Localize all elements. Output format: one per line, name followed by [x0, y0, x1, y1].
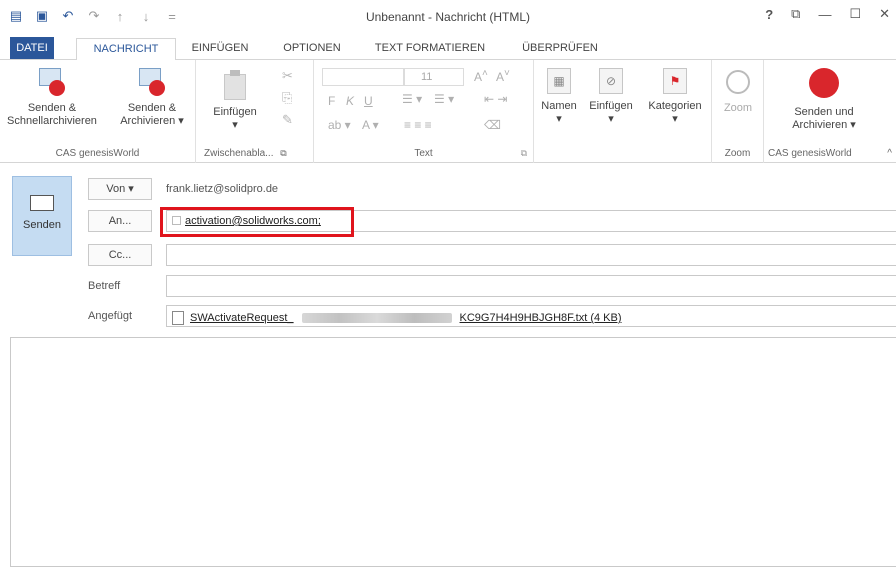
- highlight-color-icon[interactable]: ab ▾: [328, 118, 351, 132]
- zoom-button[interactable]: Zoom: [716, 68, 760, 115]
- text-launcher-icon[interactable]: ⧉: [521, 148, 527, 159]
- ribbon-tabs: DATEI NACHRICHT EINFÜGEN OPTIONEN TEXT F…: [0, 36, 896, 62]
- send-archive-button[interactable]: Senden & Archivieren ▾: [110, 68, 194, 128]
- cas-send-icon: [37, 68, 67, 98]
- font-color-icon[interactable]: A ▾: [362, 118, 379, 132]
- paperclip-icon: ⊘: [599, 68, 623, 94]
- numbering-icon[interactable]: ☰ ▾: [434, 92, 454, 106]
- send-quickarchive-button[interactable]: Senden & Schnellarchivieren: [6, 68, 98, 128]
- attached-label: Angefügt: [88, 310, 133, 322]
- ribbon: Senden & Schnellarchivieren Senden & Arc…: [0, 60, 896, 163]
- font-size-box[interactable]: 11: [404, 68, 464, 86]
- bullets-icon[interactable]: ☰ ▾: [402, 92, 422, 106]
- group-label: CAS genesisWorld: [55, 148, 140, 159]
- message-body[interactable]: [10, 337, 896, 567]
- tab-datei[interactable]: DATEI: [10, 37, 54, 59]
- subject-field[interactable]: [166, 275, 896, 297]
- highlight-box: [160, 207, 354, 237]
- align-icons[interactable]: ≡ ≡ ≡: [404, 118, 432, 132]
- underline-button[interactable]: U: [364, 94, 373, 108]
- maximize-button[interactable]: ☐: [849, 6, 861, 22]
- from-value: frank.lietz@solidpro.de: [166, 183, 279, 195]
- grow-font-icon[interactable]: A˄: [474, 68, 488, 84]
- subject-label: Betreff: [88, 280, 121, 292]
- group-cas-genesisworld-2: Senden und Archivieren ▾ CAS genesisWorl…: [764, 60, 896, 163]
- paste-button[interactable]: Einfügen ▾: [212, 70, 258, 132]
- tab-text-formatieren[interactable]: TEXT FORMATIEREN: [370, 38, 490, 60]
- bold-button[interactable]: F: [328, 94, 335, 108]
- send-button[interactable]: Senden: [12, 176, 72, 256]
- window-controls: ? ⧉ — ☐ ✕: [765, 6, 890, 22]
- clipboard-launcher-icon[interactable]: ⧉: [280, 148, 286, 158]
- close-button[interactable]: ✕: [879, 6, 890, 22]
- cut-icon[interactable]: ✂: [282, 68, 293, 84]
- group-label: CAS genesisWorld: [768, 148, 852, 159]
- shrink-font-icon[interactable]: A˅: [496, 68, 510, 84]
- help-button[interactable]: ?: [765, 7, 773, 22]
- title-bar: ▤ ▣ ↶ ↷ ↑ ↓ = Unbenannt - Nachricht (HTM…: [0, 0, 896, 34]
- clear-format-icon[interactable]: ⌫: [484, 118, 501, 132]
- insert-button[interactable]: ⊘ Einfügen ▾: [584, 68, 638, 126]
- cc-field[interactable]: [166, 244, 896, 266]
- tab-ueberpruefen[interactable]: ÜBERPRÜFEN: [518, 38, 602, 60]
- tab-optionen[interactable]: OPTIONEN: [276, 38, 348, 60]
- attachment-item[interactable]: SWActivateRequest_ KC9G7H4H9HBJGH8F.txt …: [172, 311, 622, 325]
- categories-button[interactable]: ⚑ Kategorien ▾: [642, 68, 708, 126]
- text-file-icon: [172, 311, 184, 325]
- address-book-icon: ▦: [547, 68, 571, 94]
- copy-icon[interactable]: ⎘: [282, 90, 292, 106]
- tab-einfuegen[interactable]: EINFÜGEN: [188, 38, 252, 60]
- group-cas-genesisworld-1: Senden & Schnellarchivieren Senden & Arc…: [0, 60, 196, 163]
- italic-button[interactable]: K: [346, 94, 354, 108]
- group-label: Text: [414, 148, 433, 159]
- to-button[interactable]: An...: [88, 210, 152, 232]
- paste-icon: [221, 70, 249, 102]
- minimize-button[interactable]: —: [818, 7, 831, 22]
- group-label: Zoom: [724, 148, 751, 159]
- cas-archive-icon: [137, 68, 167, 98]
- globe-icon: [809, 68, 839, 98]
- send-envelope-icon: [30, 195, 54, 211]
- window-title: Unbenannt - Nachricht (HTML): [365, 10, 531, 24]
- group-zoom: Zoom Zoom: [712, 60, 764, 163]
- indent-icon[interactable]: ⇤ ⇥: [484, 92, 507, 106]
- group-label: Zwischenabla...: [204, 148, 274, 159]
- format-painter-icon[interactable]: ✎: [282, 112, 293, 128]
- group-tags: ▦ Namen ▾ ⊘ Einfügen ▾ ⚑ Kategorien ▾: [534, 60, 712, 163]
- redacted-block: [301, 313, 452, 323]
- collapse-ribbon-button[interactable]: ^: [887, 148, 892, 159]
- ribbon-display-button[interactable]: ⧉: [791, 6, 800, 22]
- font-family-box[interactable]: [322, 68, 404, 86]
- group-clipboard: Einfügen ▾ ✂ ⎘ ✎ Zwischenabla... ⧉: [196, 60, 314, 163]
- tab-nachricht[interactable]: NACHRICHT: [76, 38, 176, 62]
- send-and-archive-button[interactable]: Senden und Archivieren ▾: [772, 68, 876, 132]
- from-button[interactable]: Von ▾: [88, 178, 152, 200]
- cc-button[interactable]: Cc...: [88, 244, 152, 266]
- group-text: 11 A˄ A˅ F K U ☰ ▾ ☰ ▾ ⇤ ⇥ ab ▾ A ▾ ≡ ≡ …: [314, 60, 534, 163]
- magnifier-icon: [726, 70, 750, 94]
- flag-icon: ⚑: [663, 68, 687, 94]
- names-button[interactable]: ▦ Namen ▾: [536, 68, 582, 126]
